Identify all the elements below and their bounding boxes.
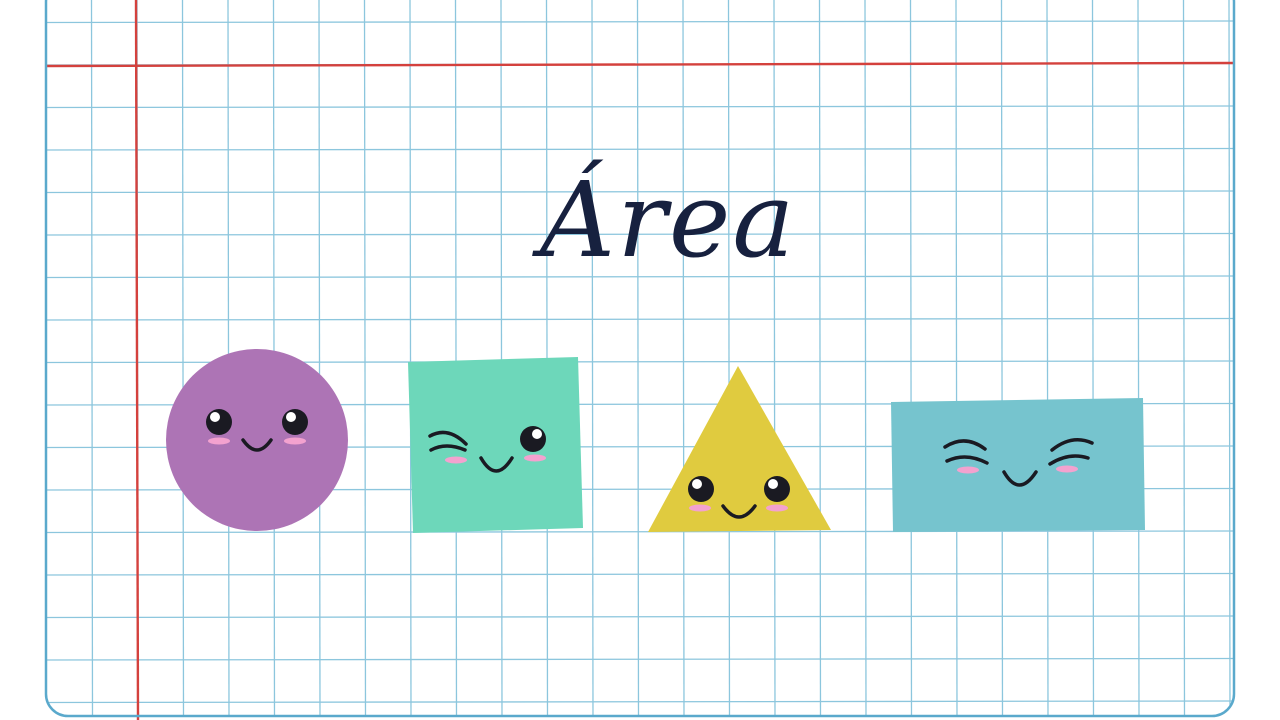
rectangle-shape	[891, 398, 1145, 532]
page-title: Área	[540, 159, 797, 281]
paper-background	[0, 0, 1280, 720]
notebook-scene	[0, 0, 1280, 720]
square-shape	[408, 357, 583, 533]
circle-shape	[166, 349, 348, 531]
